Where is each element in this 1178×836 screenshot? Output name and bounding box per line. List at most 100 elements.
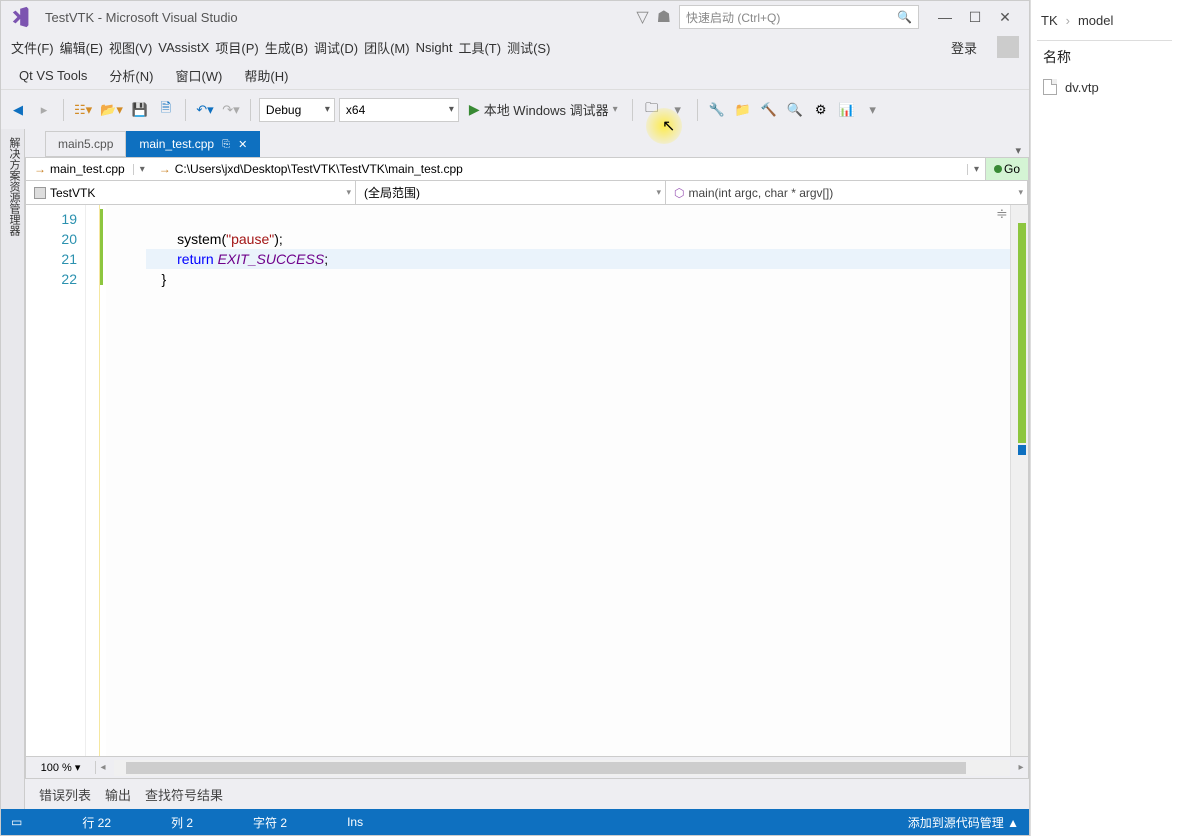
start-debug-button[interactable]: ▶ 本地 Windows 调试器 ▾ xyxy=(463,98,624,122)
feedback-icon[interactable]: ☗ xyxy=(657,7,671,27)
config-combo[interactable]: Debug xyxy=(259,98,335,122)
quick-launch-input[interactable]: 快速启动 (Ctrl+Q) 🔍 xyxy=(679,5,919,29)
scope3-label: main(int argc, char * argv[]) xyxy=(688,186,833,200)
menu-help[interactable]: 帮助(H) xyxy=(236,64,296,87)
scope-project[interactable]: TestVTK xyxy=(26,181,356,204)
tb-icon-3[interactable]: 🔧 xyxy=(706,98,728,122)
status-char: 字符 2 xyxy=(253,814,287,831)
pin-icon[interactable]: ⎘ xyxy=(222,139,230,150)
minimize-button[interactable]: — xyxy=(937,9,953,25)
code-line: system("pause"); xyxy=(146,229,1010,249)
maximize-button[interactable]: ☐ xyxy=(967,9,983,25)
split-handle-icon[interactable]: ≑ xyxy=(996,205,1010,219)
undo-button[interactable]: ↶▾ xyxy=(194,98,216,122)
vertical-scrollbar[interactable] xyxy=(1010,205,1028,756)
tabs-dropdown[interactable]: ▾ xyxy=(1007,144,1029,157)
menu-file[interactable]: 文件(F) xyxy=(11,38,54,57)
nav-back-button[interactable]: ◀ xyxy=(7,98,29,122)
notifications-icon[interactable]: ▽ xyxy=(636,7,648,27)
hscroll-right[interactable]: ▸ xyxy=(1014,762,1028,773)
menu-edit[interactable]: 编辑(E) xyxy=(60,38,103,57)
platform-value: x64 xyxy=(346,103,365,117)
tab-main-test[interactable]: main_test.cpp ⎘ ✕ xyxy=(126,131,260,157)
menu-team[interactable]: 团队(M) xyxy=(364,38,410,57)
platform-combo[interactable]: x64 xyxy=(339,98,459,122)
code-body[interactable]: system("pause"); return EXIT_SUCCESS; } xyxy=(106,205,1010,756)
menu-qt[interactable]: Qt VS Tools xyxy=(11,66,95,85)
arrow-icon: → xyxy=(34,162,46,176)
tb-icon-1[interactable]: 🗀 xyxy=(641,98,663,122)
tab-error-list[interactable]: 错误列表 xyxy=(39,785,91,804)
close-button[interactable]: ✕ xyxy=(997,9,1013,25)
close-icon[interactable]: ✕ xyxy=(238,138,247,151)
zoom-combo[interactable]: 100 % ▾ xyxy=(26,761,96,774)
project-icon xyxy=(34,187,46,199)
redo-button[interactable]: ↷▾ xyxy=(220,98,242,122)
tab-label: main5.cpp xyxy=(58,137,113,151)
tb-icon-8[interactable]: 📊 xyxy=(836,98,858,122)
breadcrumb[interactable]: TK › model xyxy=(1031,0,1178,40)
scm-button[interactable]: 添加到源代码管理 ▲ xyxy=(908,814,1019,831)
scope1-label: TestVTK xyxy=(50,186,95,200)
scope-navbar: TestVTK (全局范围) ⬡ main(int argc, char * a… xyxy=(25,181,1029,205)
menu-build[interactable]: 生成(B) xyxy=(265,38,308,57)
path-file-seg[interactable]: → main_test.cpp xyxy=(26,162,133,176)
go-button[interactable]: Go xyxy=(985,158,1028,180)
crumb-seg[interactable]: TK xyxy=(1041,13,1058,28)
tb-icon-7[interactable]: ⚙ xyxy=(810,98,832,122)
hscroll-thumb[interactable] xyxy=(126,762,966,774)
toolbar-overflow[interactable]: ▾ xyxy=(862,98,884,122)
tb-icon-4[interactable]: 📁 xyxy=(732,98,754,122)
menu-analyze[interactable]: 分析(N) xyxy=(101,64,161,87)
minimap-marker xyxy=(1018,223,1026,443)
separator xyxy=(63,99,64,121)
horizontal-scrollbar[interactable] xyxy=(114,760,1010,776)
login-link[interactable]: 登录 xyxy=(941,36,987,59)
menu-vassistx[interactable]: VAssistX xyxy=(158,40,209,55)
code-editor[interactable]: 19 20 21 22 system("pause"); return EXIT… xyxy=(25,205,1029,757)
new-project-button[interactable]: ☷▾ xyxy=(72,98,94,122)
play-icon: ▶ xyxy=(469,101,480,118)
menu-project[interactable]: 项目(P) xyxy=(215,38,258,57)
menu-test[interactable]: 测试(S) xyxy=(507,38,550,57)
output-panel-tabs: 错误列表 输出 查找符号结果 xyxy=(25,779,1029,809)
title-bar: TestVTK - Microsoft Visual Studio ▽ ☗ 快速… xyxy=(1,1,1029,33)
save-all-button[interactable]: 🗎 xyxy=(155,98,177,122)
menu-window[interactable]: 窗口(W) xyxy=(167,64,230,87)
menu-nsight[interactable]: Nsight xyxy=(416,40,453,55)
tab-output[interactable]: 输出 xyxy=(105,785,131,804)
tb-icon-6[interactable]: 🔍 xyxy=(784,98,806,122)
tb-icon-2[interactable]: ▾ xyxy=(667,98,689,122)
crumb-seg[interactable]: model xyxy=(1078,13,1113,28)
tb-icon-5[interactable]: 🔨 xyxy=(758,98,780,122)
open-button[interactable]: 📂▾ xyxy=(98,98,125,122)
account-icon[interactable] xyxy=(997,36,1019,58)
tab-label: main_test.cpp xyxy=(139,137,214,151)
status-ready-icon: ▭ xyxy=(11,815,22,829)
path-full-seg[interactable]: → C:\Users\jxd\Desktop\TestVTK\TestVTK\m… xyxy=(151,162,967,176)
status-bar: ▭ 行 22 列 2 字符 2 Ins 添加到源代码管理 ▲ xyxy=(1,809,1029,835)
file-item[interactable]: dv.vtp xyxy=(1031,73,1178,101)
code-line xyxy=(146,209,1010,229)
tab-find-symbol[interactable]: 查找符号结果 xyxy=(145,785,223,804)
menu-debug[interactable]: 调试(D) xyxy=(314,38,358,57)
fold-bar[interactable] xyxy=(86,205,100,756)
menu-tools[interactable]: 工具(T) xyxy=(458,38,501,57)
save-button[interactable]: 💾 xyxy=(129,98,151,122)
menu-view[interactable]: 视图(V) xyxy=(109,38,152,57)
arrow-icon: → xyxy=(159,162,171,176)
separator xyxy=(185,99,186,121)
run-label: 本地 Windows 调试器 xyxy=(484,100,609,119)
path-dd-2[interactable]: ▾ xyxy=(967,164,985,175)
hscroll-left[interactable]: ◂ xyxy=(96,762,110,773)
scope-namespace[interactable]: (全局范围) xyxy=(356,181,666,204)
path-dd-1[interactable]: ▾ xyxy=(133,164,151,175)
go-label: Go xyxy=(1004,162,1020,176)
nav-fwd-button[interactable]: ▸ xyxy=(33,98,55,122)
vs-logo-icon xyxy=(7,5,37,29)
toolbar: ◀ ▸ ☷▾ 📂▾ 💾 🗎 ↶▾ ↷▾ Debug x64 ▶ 本地 Windo… xyxy=(1,89,1029,129)
scope-function[interactable]: ⬡ main(int argc, char * argv[]) xyxy=(666,181,1028,204)
tab-main5[interactable]: main5.cpp xyxy=(45,131,126,157)
column-header-name[interactable]: 名称 xyxy=(1031,41,1178,73)
solution-explorer-tab[interactable]: 解决方案资源管理器 xyxy=(1,129,25,809)
